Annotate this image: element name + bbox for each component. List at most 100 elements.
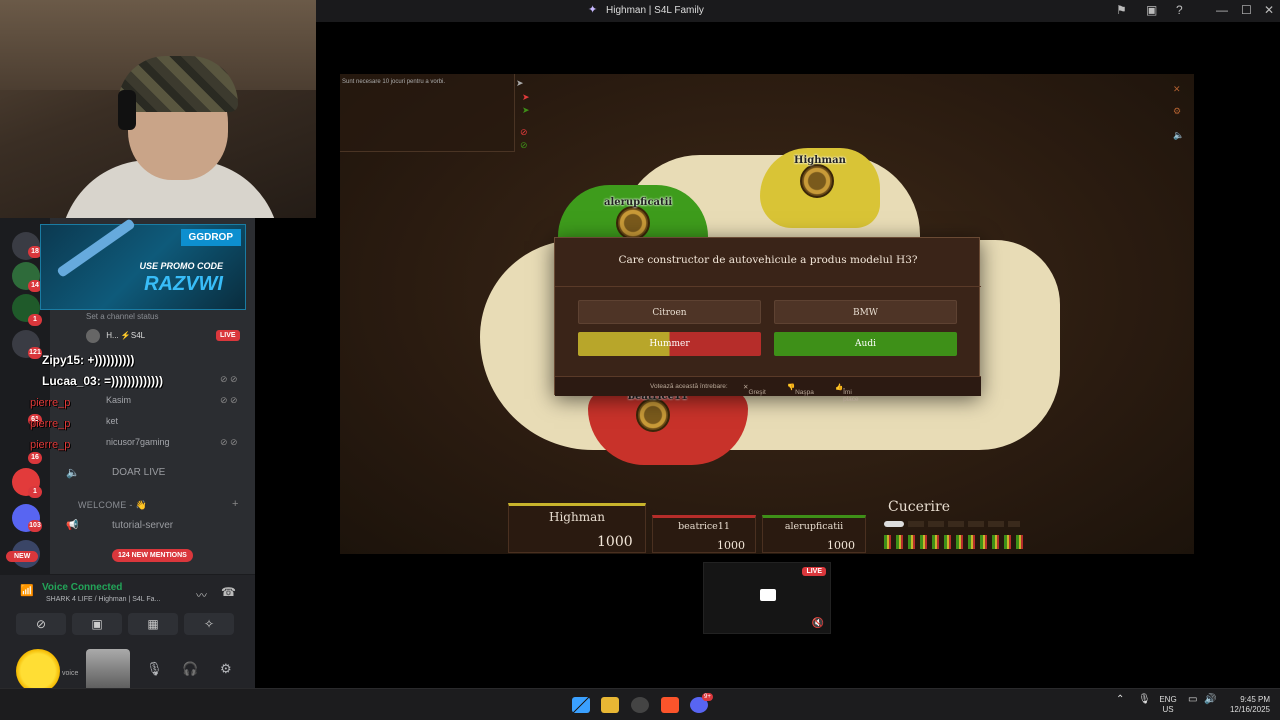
vote-prompt: Votează această întrebare: (650, 383, 728, 390)
answer-button[interactable]: Audi (774, 332, 957, 356)
flag-icon[interactable]: ⚑ (1116, 3, 1127, 17)
voice-user[interactable]: ket (106, 416, 118, 426)
voice-panel: 📶 Voice Connected SHARK 4 LIFE / Highman… (0, 574, 255, 711)
streamer-name: H... (106, 331, 119, 341)
server-badge: 16 (28, 452, 42, 464)
score-player-name: beatrice11 (678, 521, 730, 532)
live-badge: LIVE (216, 330, 240, 341)
app-logo-icon: ✦ (588, 4, 598, 16)
score-card-alerupficatii: alerupficatii 1000 (762, 515, 866, 553)
score-card-highman: Highman 1000 (508, 503, 646, 553)
voice-user[interactable]: nicusor7gaming (106, 437, 170, 447)
muted-icon: ⊘ ⊘ (220, 437, 238, 447)
discord-panel: 18 14 1 121 61 16 1 103 GGDROP USE PROMO… (0, 218, 255, 711)
add-channel-icon[interactable]: + (232, 498, 238, 510)
channel-status[interactable]: Set a channel status (86, 312, 159, 321)
chat-message: Lucaa_03: =))))))))))))) (42, 374, 164, 388)
map-player-label: Highman (794, 155, 846, 166)
score-value: 1000 (597, 534, 633, 550)
window-titlebar: ✦ Highman | S4L Family ⚑ ▣ ? — ☐ ✕ (316, 0, 1280, 22)
voice-channel-path[interactable]: SHARK 4 LIFE / Highman | S4L Fa... (46, 596, 160, 603)
new-badge: NEW (6, 551, 39, 562)
vote-wrong-button[interactable]: ✕ Greşit (743, 383, 766, 396)
streamer-tag: S4L (130, 331, 146, 341)
camera-off-button[interactable]: ⊘ (16, 613, 66, 635)
settings-icon[interactable]: ⚙ (1173, 106, 1181, 117)
screen-share-button[interactable]: ▣ (72, 613, 122, 635)
map-player-label: alerupficatii (604, 197, 673, 208)
close-icon[interactable]: ✕ (1264, 3, 1274, 17)
vote-footer: Votează această întrebare: ✕ Greşit 👎 Na… (555, 376, 981, 403)
avatar[interactable] (86, 649, 130, 693)
avatar[interactable] (16, 649, 60, 693)
speaker-icon: 🔈 (66, 467, 80, 479)
channel-tutorial[interactable]: tutorial-server (112, 520, 173, 531)
server-badge: 1 (28, 314, 42, 326)
category-welcome[interactable]: WELCOME - 👋 (78, 500, 147, 511)
language-indicator[interactable]: ENG US (1158, 695, 1178, 715)
server-badge: 103 (28, 520, 42, 532)
chat-notice: Sunt necesare 10 jocuri pentru a vorbi. (342, 79, 446, 85)
answer-button[interactable]: Citroen (578, 300, 761, 324)
castle-icon (800, 164, 834, 198)
vote-dislike-button[interactable]: 👎 Naşpa (787, 383, 814, 396)
help-icon[interactable]: ? (1176, 3, 1183, 17)
megaphone-icon: 📢 (66, 520, 79, 531)
server-badge: 1 (28, 486, 42, 498)
answer-button[interactable]: BMW (774, 300, 957, 324)
server-badge: 121 (28, 347, 42, 359)
soundboard-button[interactable]: ✧ (184, 613, 234, 635)
microphone-icon[interactable]: 🎙 (146, 661, 163, 677)
send-icon[interactable]: ➤ (522, 105, 530, 116)
round-pips (884, 520, 1024, 528)
chat-message: pierre_p (30, 418, 71, 430)
voice-connected-title[interactable]: Voice Connected (42, 582, 122, 593)
channel-doar-live[interactable]: DOAR LIVE (112, 467, 165, 478)
voice-user[interactable]: Kasim (106, 395, 131, 405)
castle-icon (636, 398, 670, 432)
network-icon[interactable]: ▭ (1188, 695, 1197, 705)
disconnect-icon[interactable]: ☎ (221, 585, 236, 599)
inbox-icon[interactable]: ▣ (1146, 3, 1157, 17)
maximize-icon[interactable]: ☐ (1241, 3, 1252, 17)
clock[interactable]: 9:45 PM 12/16/2025 (1224, 695, 1270, 715)
volume-icon[interactable]: 🔊 (1204, 695, 1216, 705)
noise-suppression-icon[interactable]: 〰 (196, 587, 207, 603)
send-icon[interactable]: ➤ (522, 92, 530, 103)
settings-gear-icon[interactable]: ⚙ (220, 661, 232, 677)
mentions-badge[interactable]: 124 NEW MENTIONS (112, 549, 193, 562)
headphones-icon[interactable]: 🎧 (182, 661, 198, 677)
browser-icon[interactable] (631, 697, 649, 713)
castle-icon (616, 206, 650, 240)
file-explorer-icon[interactable] (601, 697, 619, 713)
window-title: Highman | S4L Family (606, 5, 704, 16)
windows-start-icon[interactable] (572, 697, 590, 713)
question-text: Care constructor de autovehicule a produ… (618, 254, 918, 266)
live-badge: LIVE (802, 567, 826, 576)
screen-icon (760, 589, 776, 601)
close-icon[interactable]: ✕ (1173, 84, 1181, 95)
score-value: 1000 (827, 539, 855, 552)
minimize-icon[interactable]: — (1216, 3, 1228, 17)
chevron-up-icon[interactable]: ⌃ (1116, 695, 1124, 705)
answer-button[interactable]: Hummer (578, 332, 761, 356)
microphone-icon[interactable]: 🎙 (1138, 695, 1151, 705)
send-icon[interactable]: ➤ (516, 78, 524, 89)
sound-icon[interactable]: 🔈 (1173, 130, 1184, 141)
chat-message: pierre_p (30, 397, 71, 409)
promo-brand: GGDROP (180, 229, 241, 246)
block-icon[interactable]: ⊘ (520, 127, 528, 138)
brave-icon[interactable] (661, 697, 679, 713)
score-card-beatrice11: beatrice11 1000 (652, 515, 756, 553)
question-modal: Care constructor de autovehicule a produ… (554, 237, 981, 403)
discord-badge: 9+ (702, 693, 713, 701)
mute-icon[interactable]: 🔇 (812, 618, 824, 629)
mini-stream-preview[interactable]: LIVE 🔇 (703, 562, 831, 634)
chat-message: Zipy15: +)))))))))) (42, 353, 135, 367)
promo-line2: RAZVWI (144, 273, 223, 295)
activities-button[interactable]: ▦ (128, 613, 178, 635)
webcam-overlay (0, 0, 316, 218)
game-mode-label: Cucerire (888, 499, 951, 515)
vote-like-button[interactable]: 👍 Îmi place (835, 383, 859, 403)
avatar (86, 329, 100, 343)
